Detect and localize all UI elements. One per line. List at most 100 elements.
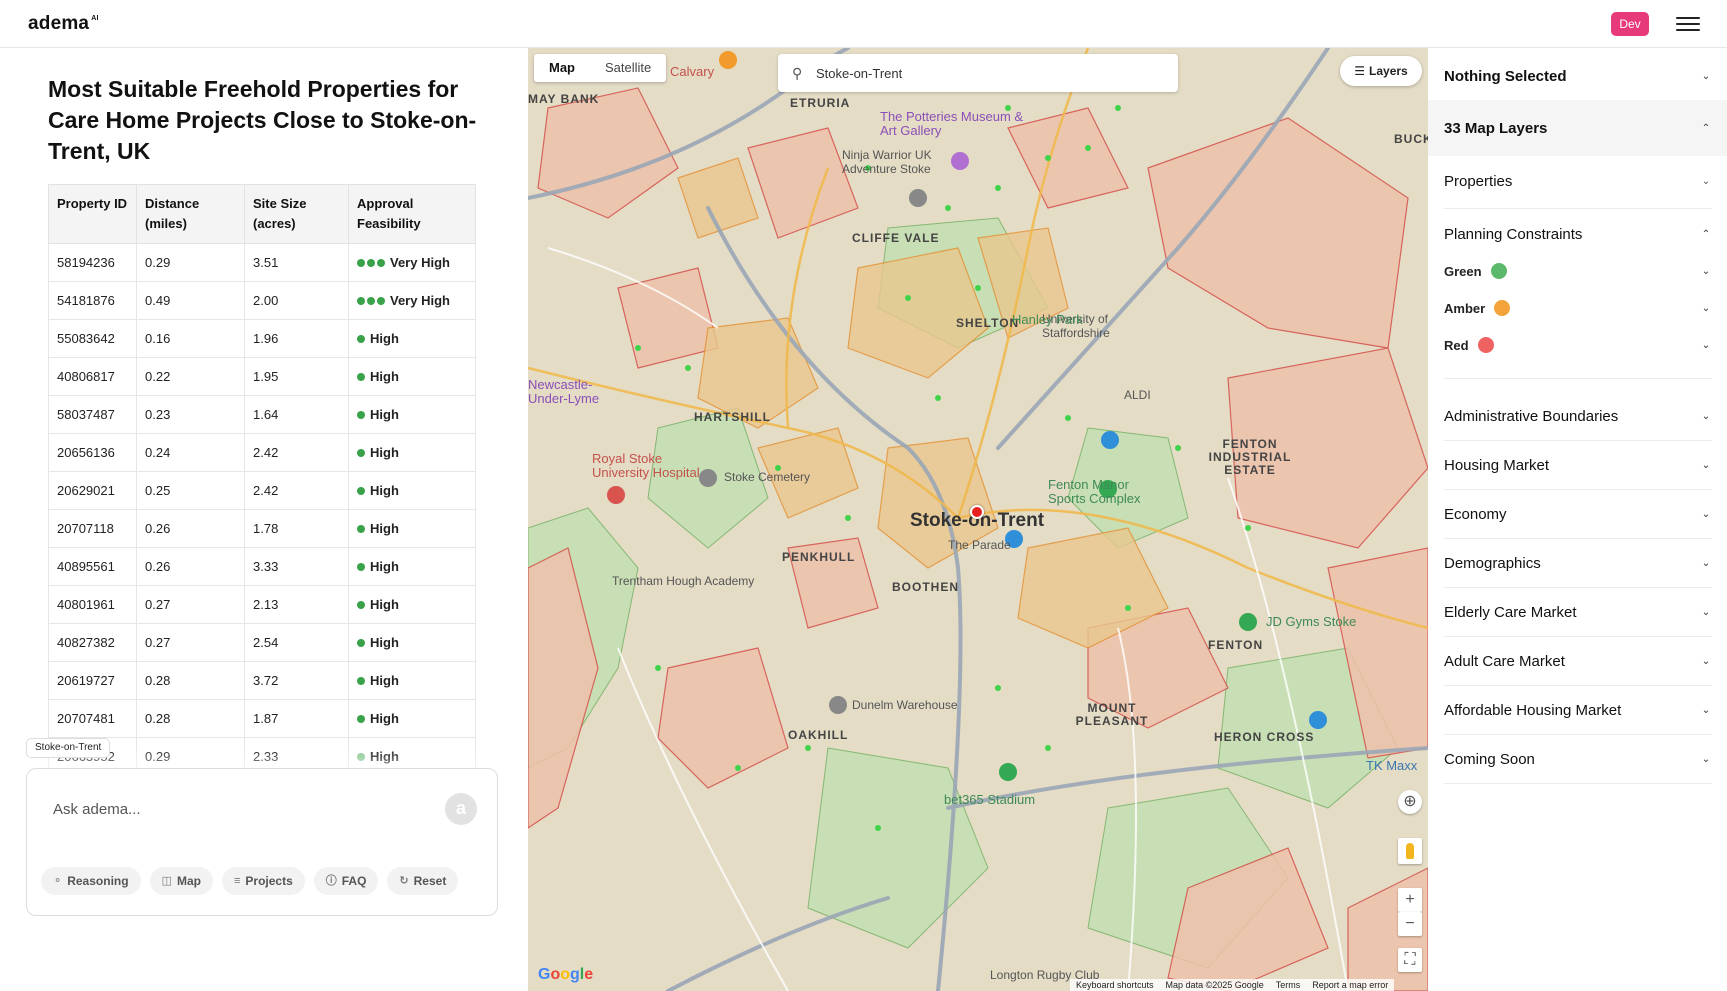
page-title: Most Suitable Freehold Properties for Ca… bbox=[48, 76, 477, 164]
distance-cell: 0.29 bbox=[136, 243, 245, 282]
divider bbox=[1444, 440, 1712, 441]
column-header[interactable]: Approval Feasibility bbox=[348, 184, 476, 244]
chat-actions: ⚬ Reasoning ◫ Map ≡ Projects ⓘ FAQ ↻ Reset bbox=[41, 867, 459, 895]
distance-cell: 0.27 bbox=[136, 585, 245, 624]
terms-link[interactable]: Terms bbox=[1276, 979, 1301, 991]
layer-section-economy[interactable]: Economy ⌄ bbox=[1444, 502, 1712, 526]
map-view[interactable]: ETRURIA MAY BANK BUCK CLIFFE VALE SHELTO… bbox=[528, 48, 1428, 991]
google-logo: Google bbox=[538, 966, 594, 983]
layer-section-housing-market[interactable]: Housing Market ⌄ bbox=[1444, 453, 1712, 477]
feasibility-dot-icon bbox=[367, 259, 375, 267]
list-icon: ≡ bbox=[233, 875, 241, 887]
constraint-amber-row[interactable]: Amber ⌄ bbox=[1444, 297, 1712, 319]
properties-row[interactable]: Properties ⌄ bbox=[1444, 169, 1712, 193]
table-row[interactable]: 40827382 0.27 2.54 High bbox=[48, 623, 476, 662]
layer-section-administrative-boundaries[interactable]: Administrative Boundaries ⌄ bbox=[1444, 404, 1712, 428]
distance-cell: 0.23 bbox=[136, 395, 245, 434]
results-table: Property ID Distance (miles) Site Size (… bbox=[48, 184, 476, 776]
map-label-bet365-stadium: bet365 Stadium bbox=[944, 792, 1036, 807]
divider bbox=[1444, 734, 1712, 735]
table-row[interactable]: 20707118 0.26 1.78 High bbox=[48, 509, 476, 548]
fullscreen-icon[interactable]: ⛶ bbox=[1398, 948, 1422, 972]
site-size-cell: 1.96 bbox=[244, 319, 349, 358]
report-error-link[interactable]: Report a map error bbox=[1312, 979, 1388, 991]
reasoning-button[interactable]: ⚬ Reasoning bbox=[41, 867, 141, 895]
map-button[interactable]: ◫ Map bbox=[149, 867, 213, 895]
column-header[interactable]: Distance (miles) bbox=[136, 184, 245, 244]
property-id-cell: 20619727 bbox=[48, 661, 137, 700]
context-chip[interactable]: Stoke-on-Trent bbox=[26, 738, 111, 758]
zoom-out-button[interactable]: − bbox=[1398, 912, 1422, 936]
map-layers-row[interactable]: 33 Map Layers ⌃ bbox=[1444, 116, 1712, 140]
approval-feasibility-cell: High bbox=[348, 509, 476, 548]
layer-section-elderly-care-market[interactable]: Elderly Care Market ⌄ bbox=[1444, 600, 1712, 624]
table-row[interactable]: 40895561 0.26 3.33 High bbox=[48, 547, 476, 586]
table-row[interactable]: 20707481 0.28 1.87 High bbox=[48, 699, 476, 738]
constraint-red-row[interactable]: Red ⌄ bbox=[1444, 334, 1712, 356]
feasibility-dot-icon bbox=[357, 411, 365, 419]
selected-location-marker[interactable] bbox=[970, 505, 984, 519]
projects-button[interactable]: ≡ Projects bbox=[221, 867, 305, 895]
hamburger-menu-icon[interactable] bbox=[1676, 13, 1700, 35]
column-header[interactable]: Site Size (acres) bbox=[244, 184, 349, 244]
map-label-buck: BUCK bbox=[1394, 132, 1428, 146]
ask-input[interactable] bbox=[53, 797, 433, 821]
table-row[interactable]: 40801961 0.27 2.13 High bbox=[48, 585, 476, 624]
table-row[interactable]: 20629021 0.25 2.42 High bbox=[48, 471, 476, 510]
results-table-container[interactable]: Property ID Distance (miles) Site Size (… bbox=[48, 184, 476, 780]
chevron-down-icon: ⌄ bbox=[1701, 70, 1711, 82]
zoom-in-button[interactable]: + bbox=[1398, 888, 1422, 912]
planning-constraints-row[interactable]: Planning Constraints ⌃ bbox=[1444, 222, 1712, 246]
reset-button[interactable]: ↻ Reset bbox=[387, 867, 459, 895]
map-type-toggle: Map Satellite bbox=[534, 54, 667, 82]
table-row[interactable]: 40806817 0.22 1.95 High bbox=[48, 357, 476, 396]
distance-cell: 0.27 bbox=[136, 623, 245, 662]
distance-cell: 0.25 bbox=[136, 471, 245, 510]
table-row[interactable]: 55083642 0.16 1.96 High bbox=[48, 319, 476, 358]
feasibility-dot-icon bbox=[357, 715, 365, 723]
property-id-cell: 20629021 bbox=[48, 471, 137, 510]
chat-box: a ⚬Reasoning ◫Map ≡Projects ⓘFAQ ↻Reset bbox=[26, 768, 498, 916]
property-id-cell: 20656136 bbox=[48, 433, 137, 472]
map-label-oakhill: OAKHILL bbox=[788, 728, 849, 742]
approval-feasibility-cell: High bbox=[348, 433, 476, 472]
nothing-selected-row[interactable]: Nothing Selected ⌄ bbox=[1444, 64, 1712, 88]
layers-button[interactable]: ☰ Layers bbox=[1340, 56, 1422, 86]
site-size-cell: 3.33 bbox=[244, 547, 349, 586]
layers-panel: Nothing Selected ⌄ 33 Map Layers ⌃ Propert… bbox=[1428, 48, 1727, 991]
table-row[interactable]: 20619727 0.28 3.72 High bbox=[48, 661, 476, 700]
distance-cell: 0.49 bbox=[136, 281, 245, 320]
map-icon: ◫ bbox=[161, 875, 172, 887]
property-id-cell: 40895561 bbox=[48, 547, 137, 586]
map-search-box: ⚲ bbox=[778, 54, 1178, 92]
my-location-icon[interactable]: ⊕ bbox=[1398, 790, 1422, 814]
layer-section-adult-care-market[interactable]: Adult Care Market ⌄ bbox=[1444, 649, 1712, 673]
help-circle-icon: ⓘ bbox=[325, 875, 337, 887]
map-tab[interactable]: Map bbox=[534, 54, 590, 82]
divider bbox=[1444, 783, 1712, 784]
street-view-pegman-icon[interactable] bbox=[1398, 838, 1422, 864]
map-search-input[interactable] bbox=[816, 62, 1156, 84]
approval-feasibility-cell: High bbox=[348, 471, 476, 510]
map-label-fenton-industrial-estate: FENTON INDUSTRIAL ESTATE bbox=[1208, 437, 1292, 477]
satellite-tab[interactable]: Satellite bbox=[590, 54, 666, 82]
layer-section-demographics[interactable]: Demographics ⌄ bbox=[1444, 551, 1712, 575]
column-header[interactable]: Property ID bbox=[48, 184, 137, 244]
map-label-fenton: FENTON bbox=[1208, 638, 1264, 652]
adema-logo[interactable]: adema AI bbox=[28, 13, 99, 35]
send-button[interactable]: a bbox=[445, 793, 477, 825]
table-row[interactable]: 58194236 0.29 3.51 Very High bbox=[48, 243, 476, 282]
keyboard-shortcuts-link[interactable]: Keyboard shortcuts bbox=[1076, 979, 1154, 991]
layer-section-affordable-housing-market[interactable]: Affordable Housing Market ⌄ bbox=[1444, 698, 1712, 722]
faq-button[interactable]: ⓘ FAQ bbox=[313, 867, 379, 895]
layer-section-coming-soon[interactable]: Coming Soon ⌄ bbox=[1444, 747, 1712, 771]
env-badge: Dev bbox=[1611, 12, 1649, 36]
constraint-green-row[interactable]: Green ⌄ bbox=[1444, 260, 1712, 282]
table-row[interactable]: 20656136 0.24 2.42 High bbox=[48, 433, 476, 472]
table-row[interactable]: 54181876 0.49 2.00 Very High bbox=[48, 281, 476, 320]
property-id-cell: 54181876 bbox=[48, 281, 137, 320]
table-row[interactable]: 58037487 0.23 1.64 High bbox=[48, 395, 476, 434]
approval-feasibility-cell: High bbox=[348, 547, 476, 586]
chevron-down-icon: ⌄ bbox=[1701, 410, 1711, 422]
feasibility-label: Very High bbox=[390, 293, 450, 308]
